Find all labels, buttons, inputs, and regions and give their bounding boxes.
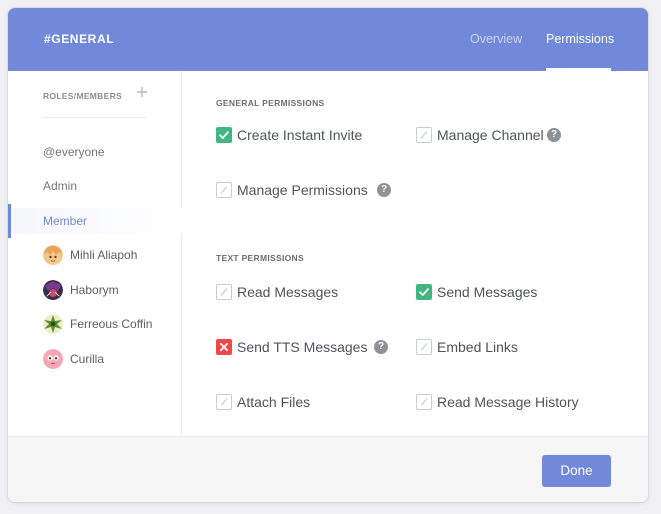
plus-icon[interactable] <box>135 85 149 99</box>
sidebar-title: ROLES/MEMBERS <box>43 91 122 101</box>
check-icon[interactable] <box>216 127 232 143</box>
avatar <box>43 280 63 300</box>
sidebar-item-admin[interactable]: Admin <box>8 173 182 199</box>
perm-label: Send TTS Messages <box>237 339 368 355</box>
perm-label: Read Message History <box>437 394 579 410</box>
neutral-slash-icon[interactable] <box>216 284 232 300</box>
tab-permissions[interactable]: Permissions <box>546 32 614 46</box>
sidebar-item-everyone[interactable]: @everyone <box>8 139 182 165</box>
sidebar-item-ferreous-coffin[interactable]: Ferreous Coffin <box>8 311 182 337</box>
member-label: Curilla <box>70 352 105 366</box>
close-icon[interactable] <box>216 339 232 355</box>
section-title-general: GENERAL PERMISSIONS <box>216 98 325 108</box>
neutral-slash-icon[interactable] <box>416 127 432 143</box>
perm-send-messages[interactable]: Send Messages <box>416 282 576 302</box>
role-label: @everyone <box>43 145 105 159</box>
help-icon[interactable]: ? <box>377 183 391 197</box>
modal-header: #GENERAL Overview Permissions <box>8 8 648 71</box>
sidebar-item-member[interactable]: Member <box>8 204 182 238</box>
perm-label: Embed Links <box>437 339 518 355</box>
avatar <box>43 349 63 369</box>
check-icon[interactable] <box>416 284 432 300</box>
tab-overview[interactable]: Overview <box>470 32 522 46</box>
perm-label: Create Instant Invite <box>237 127 363 143</box>
perm-label: Read Messages <box>237 284 339 300</box>
perm-attach-files[interactable]: Attach Files <box>216 392 376 412</box>
roles-members-sidebar: ROLES/MEMBERS @everyone Admin Member Mih… <box>8 71 182 436</box>
perm-manage-permissions[interactable]: Manage Permissions ? <box>216 180 396 200</box>
member-label: Ferreous Coffin <box>70 317 153 331</box>
perm-read-messages[interactable]: Read Messages <box>216 282 376 302</box>
help-icon[interactable]: ? <box>547 128 561 142</box>
sidebar-item-mihli-aliapoh[interactable]: Mihli Aliapoh <box>8 242 182 268</box>
permissions-panel: GENERAL PERMISSIONS Create Instant Invit… <box>182 71 648 436</box>
neutral-slash-icon[interactable] <box>416 394 432 410</box>
role-label: Member <box>43 214 88 228</box>
perm-label: Manage Channel <box>437 127 544 143</box>
modal-footer: Done <box>8 436 648 502</box>
active-indicator <box>8 204 11 238</box>
neutral-slash-icon[interactable] <box>216 394 232 410</box>
perm-label: Send Messages <box>437 284 538 300</box>
sidebar-divider <box>43 117 146 118</box>
avatar <box>43 314 63 334</box>
perm-read-message-history[interactable]: Read Message History <box>416 392 596 412</box>
role-label: Admin <box>43 179 78 193</box>
member-label: Mihli Aliapoh <box>70 248 138 262</box>
perm-manage-channel[interactable]: Manage Channel ? <box>416 125 576 145</box>
neutral-slash-icon[interactable] <box>216 182 232 198</box>
avatar <box>43 245 63 265</box>
perm-label: Attach Files <box>237 394 311 410</box>
member-label: Haborym <box>70 283 119 297</box>
perm-create-instant-invite[interactable]: Create Instant Invite <box>216 125 386 145</box>
channel-name: #GENERAL <box>44 32 115 46</box>
channel-settings-modal: #GENERAL Overview Permissions ROLES/MEMB… <box>8 8 648 502</box>
perm-embed-links[interactable]: Embed Links <box>416 337 576 357</box>
sidebar-item-haborym[interactable]: Haborym <box>8 277 182 303</box>
section-title-text: TEXT PERMISSIONS <box>216 253 304 263</box>
sidebar-item-curilla[interactable]: Curilla <box>8 346 182 372</box>
perm-send-tts-messages[interactable]: Send TTS Messages ? <box>216 337 396 357</box>
perm-label: Manage Permissions <box>237 182 368 198</box>
neutral-slash-icon[interactable] <box>416 339 432 355</box>
done-button[interactable]: Done <box>542 455 611 487</box>
help-icon[interactable]: ? <box>374 340 388 354</box>
